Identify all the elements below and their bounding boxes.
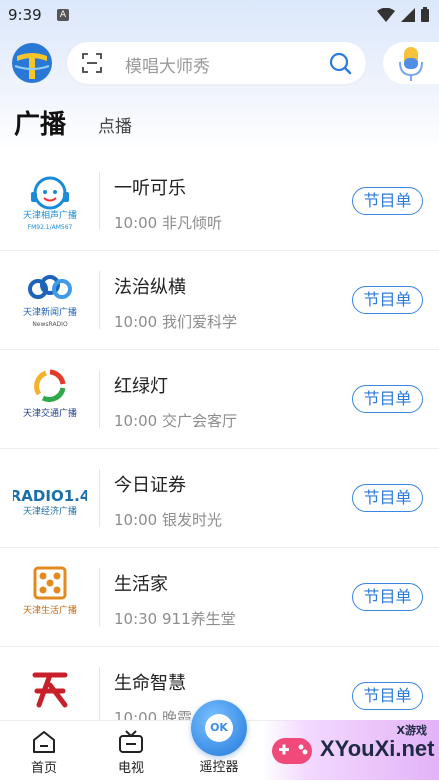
- divider: [99, 667, 100, 725]
- station-logo: 天津生活广播: [13, 562, 87, 632]
- schedule-button[interactable]: 节目单: [352, 682, 423, 710]
- station-name: 红绿灯: [114, 376, 168, 397]
- nav-home[interactable]: 首页: [9, 721, 79, 781]
- tab-broadcast[interactable]: 广播: [14, 104, 66, 141]
- status-bar: 9:39 A: [0, 0, 439, 30]
- current-program: 10:00 非凡倾听: [114, 214, 222, 232]
- tv-icon[interactable]: [118, 729, 144, 755]
- nav-remote-label: 遥控器: [199, 760, 239, 775]
- headphones-logo-icon: 天津相声广播 FM92.1/AM567: [23, 176, 77, 231]
- home-icon[interactable]: [31, 729, 57, 755]
- station-name: 今日证券: [114, 475, 186, 496]
- logo-sub: RADIO1.4: [13, 487, 87, 505]
- station-name: 生活家: [114, 574, 168, 595]
- station-row[interactable]: 天津相声广播 FM92.1/AM567 一听可乐 10:00 非凡倾听 节目单: [0, 152, 439, 251]
- watermark-site: XYouXi.net: [320, 736, 435, 761]
- station-name: 法治纵横: [114, 277, 186, 298]
- station-name: 一听可乐: [114, 178, 186, 199]
- station-row[interactable]: 天津交通广播 红绿灯 10:00 交广会客厅 节目单: [0, 350, 439, 449]
- scan-icon[interactable]: [81, 52, 103, 74]
- nav-tv-label: 电视: [117, 761, 144, 776]
- divider: [99, 568, 100, 626]
- life-radio-logo-icon: 天津生活广播: [23, 566, 77, 616]
- gamepad-icon: [272, 738, 312, 764]
- search-input[interactable]: 模唱大师秀: [125, 52, 210, 77]
- voice-search-button[interactable]: [383, 42, 439, 84]
- notification-icon: A: [57, 9, 69, 21]
- station-list: 天津相声广播 FM92.1/AM567 一听可乐 10:00 非凡倾听 节目单 …: [0, 152, 439, 746]
- remote-ok-icon[interactable]: OK: [205, 714, 233, 742]
- station-logo: 天津新闻广播 NewsRADIO: [13, 265, 87, 335]
- search-icon[interactable]: [328, 51, 352, 75]
- traffic-radio-logo-icon: 天津交通广播: [23, 369, 77, 419]
- schedule-button[interactable]: 节目单: [352, 187, 423, 215]
- logo-name: 天津相声广播: [23, 209, 77, 221]
- current-program: 10:00 我们爱科学: [114, 313, 237, 331]
- logo-name: 天津经济广播: [23, 505, 77, 517]
- status-time: 9:39: [8, 6, 42, 24]
- logo-sub: NewsRADIO: [32, 321, 68, 328]
- logo-sub: FM92.1/AM567: [28, 224, 73, 231]
- app-logo-icon[interactable]: [11, 42, 53, 84]
- nav-home-label: 首页: [30, 761, 57, 776]
- logo-name: 天津交通广播: [23, 407, 77, 419]
- remote-control-button[interactable]: OK: [191, 700, 247, 756]
- logo-name: 天津新闻广播: [23, 306, 77, 318]
- tab-on-demand[interactable]: 点播: [98, 112, 132, 137]
- status-icons: [377, 7, 429, 22]
- schedule-button[interactable]: 节目单: [352, 286, 423, 314]
- schedule-button[interactable]: 节目单: [352, 583, 423, 611]
- divider: [99, 172, 100, 230]
- station-logo: 天津相声广播 FM92.1/AM567: [13, 166, 87, 236]
- schedule-button[interactable]: 节目单: [352, 484, 423, 512]
- signal-icon: [401, 7, 415, 22]
- current-program: 10:00 交广会客厅: [114, 412, 237, 430]
- logo-name: 天津生活广播: [23, 604, 77, 616]
- battery-icon: [421, 7, 429, 22]
- station-row[interactable]: RADIO1.4 天津经济广播 今日证券 10:00 银发时光 节目单: [0, 449, 439, 548]
- microphone-icon[interactable]: [395, 44, 427, 84]
- current-program: 10:30 911养生堂: [114, 610, 236, 628]
- divider: [99, 271, 100, 329]
- station-logo: RADIO1.4 天津经济广播: [13, 463, 87, 533]
- station-row[interactable]: 天津生活广播 生活家 10:30 911养生堂 节目单: [0, 548, 439, 647]
- watermark: X游戏 XYouXi.net: [262, 720, 439, 780]
- news-radio-logo-icon: 天津新闻广播 NewsRADIO: [23, 275, 77, 328]
- schedule-button[interactable]: 节目单: [352, 385, 423, 413]
- nav-tv[interactable]: 电视: [96, 721, 166, 781]
- station-name: 生命智慧: [114, 673, 186, 694]
- divider: [99, 469, 100, 527]
- wifi-icon: [377, 7, 395, 22]
- current-program: 10:00 银发时光: [114, 511, 222, 529]
- economic-radio-logo-icon: RADIO1.4 天津经济广播: [13, 487, 87, 517]
- station-row[interactable]: 天津新闻广播 NewsRADIO 法治纵横 10:00 我们爱科学 节目单: [0, 251, 439, 350]
- station-logo: 天津交通广播: [13, 364, 87, 434]
- search-bar[interactable]: 模唱大师秀: [67, 42, 366, 84]
- divider: [99, 370, 100, 428]
